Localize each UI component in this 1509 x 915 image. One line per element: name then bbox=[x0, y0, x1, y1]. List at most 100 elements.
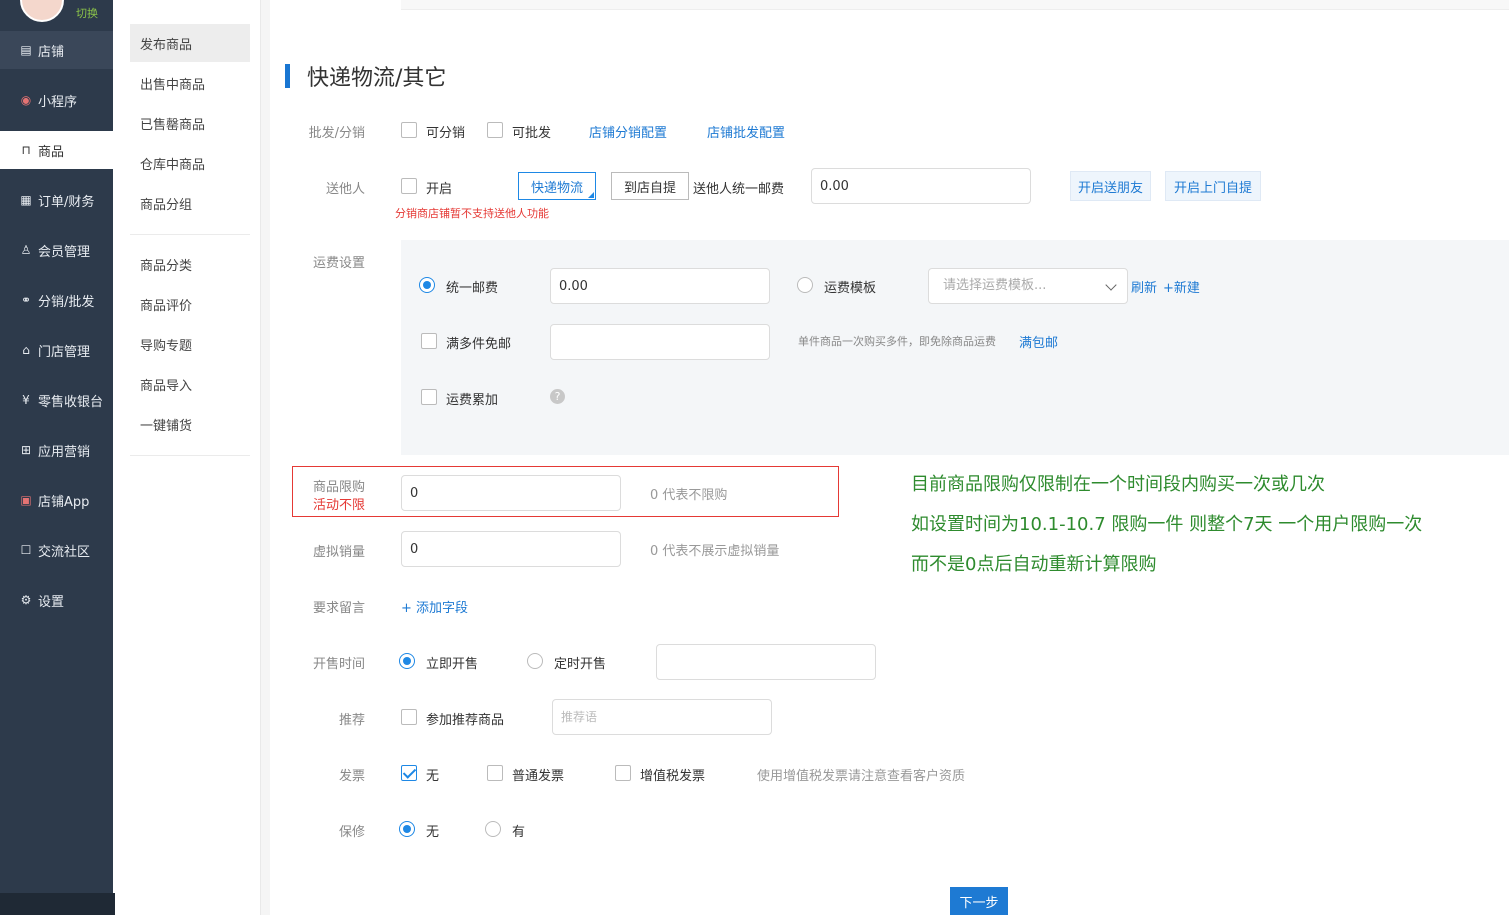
new-template-link[interactable]: +新建 bbox=[1163, 277, 1200, 296]
invoice-normal-checkbox[interactable] bbox=[487, 765, 503, 781]
nav-item-store-app[interactable]: ▣ 店铺App bbox=[0, 481, 113, 519]
invoice-hint: 使用增值税发票请注意查看客户资质 bbox=[757, 769, 966, 784]
subnav-item[interactable]: 商品导入 bbox=[130, 365, 250, 403]
nav-item-distribution[interactable]: ⚭ 分销/批发 bbox=[0, 281, 113, 319]
invoice-vat-label: 增值税发票 bbox=[640, 769, 706, 784]
help-icon[interactable]: ? bbox=[550, 389, 565, 404]
content-divider bbox=[261, 0, 270, 915]
order-icon: ▦ bbox=[20, 193, 32, 207]
free-multi-checkbox[interactable] bbox=[421, 333, 437, 349]
warranty-yes-radio[interactable] bbox=[485, 821, 501, 837]
nav-item-members[interactable]: ♙ 会员管理 bbox=[0, 231, 113, 269]
nav-item-community[interactable]: ☐ 交流社区 bbox=[0, 531, 113, 569]
annotation-line: 目前商品限购仅限制在一个时间段内购买一次或几次 bbox=[911, 474, 1325, 495]
chevron-down-icon bbox=[1105, 279, 1117, 291]
gift-enable-label: 开启 bbox=[426, 182, 453, 197]
uniform-fee-input[interactable] bbox=[550, 268, 770, 304]
sale-scheduled-radio[interactable] bbox=[527, 653, 543, 669]
store-pickup-button[interactable]: 到店自提 bbox=[611, 172, 689, 200]
warranty-yes-label: 有 bbox=[512, 825, 526, 840]
subnav-divider bbox=[130, 455, 250, 456]
nav-item-settings[interactable]: ⚙ 设置 bbox=[0, 581, 113, 619]
nav-item-marketing[interactable]: ⊞ 应用营销 bbox=[0, 431, 113, 469]
nav-item-stores[interactable]: ⌂ 门店管理 bbox=[0, 331, 113, 369]
template-select[interactable]: 请选择运费模板... bbox=[928, 268, 1128, 304]
miniprogram-icon: ◉ bbox=[20, 93, 32, 107]
sale-scheduled-label: 定时开售 bbox=[554, 657, 607, 672]
limit-hint: 0 代表不限购 bbox=[650, 488, 728, 503]
subnav-item[interactable]: 仓库中商品 bbox=[130, 144, 250, 182]
subnav-item[interactable]: 已售罄商品 bbox=[130, 104, 250, 142]
recommend-label: 推荐 bbox=[338, 713, 365, 728]
add-field-link[interactable]: + 添加字段 bbox=[401, 597, 468, 616]
template-option: 运费模板 bbox=[824, 281, 877, 296]
warranty-no-label: 无 bbox=[426, 825, 440, 840]
subnav-item[interactable]: 导购专题 bbox=[130, 325, 250, 363]
nav-item-store[interactable]: ▤ 店铺 bbox=[0, 31, 113, 69]
sale-immediate-label: 立即开售 bbox=[426, 657, 479, 672]
free-multi-hint: 单件商品一次购买多件，即免除商品运费 bbox=[798, 335, 996, 348]
gift-enable-checkbox[interactable] bbox=[401, 178, 417, 194]
recommend-option: 参加推荐商品 bbox=[426, 713, 505, 728]
express-button[interactable]: 快递物流 bbox=[518, 172, 596, 200]
free-multi-label: 满多件免邮 bbox=[446, 337, 512, 352]
template-radio[interactable] bbox=[797, 277, 813, 293]
subnav-divider bbox=[130, 234, 250, 235]
refresh-link[interactable]: 刷新 bbox=[1131, 277, 1157, 296]
free-shipping-link[interactable]: 满包邮 bbox=[1019, 332, 1058, 351]
distribution-config-link[interactable]: 店铺分销配置 bbox=[589, 122, 667, 141]
recommend-input[interactable] bbox=[552, 699, 772, 735]
send-friend-button[interactable]: 开启送朋友 bbox=[1070, 171, 1151, 201]
warranty-no-radio[interactable] bbox=[399, 821, 415, 837]
subnav-item[interactable]: 发布商品 bbox=[130, 24, 250, 62]
subnav-item[interactable]: 商品评价 bbox=[130, 285, 250, 323]
nav-item-cashier[interactable]: ¥ 零售收银台 bbox=[0, 381, 113, 419]
nav-item-miniprogram[interactable]: ◉ 小程序 bbox=[0, 81, 113, 119]
section-accent bbox=[285, 64, 290, 88]
invoice-vat-checkbox[interactable] bbox=[615, 765, 631, 781]
wholesale-checkbox[interactable] bbox=[487, 122, 503, 138]
limit-input[interactable] bbox=[401, 475, 621, 511]
gift-uniform-fee-input[interactable] bbox=[811, 168, 1031, 204]
bag-icon: ⊓ bbox=[21, 143, 31, 157]
wholesale-config-link[interactable]: 店铺批发配置 bbox=[707, 122, 785, 141]
apps-icon: ⊞ bbox=[20, 443, 32, 457]
door-pickup-button[interactable]: 开启上门自提 bbox=[1165, 171, 1261, 201]
shipping-label: 运费设置 bbox=[312, 256, 365, 271]
next-button[interactable]: 下一步 bbox=[950, 887, 1008, 915]
selected-corner-icon bbox=[588, 192, 594, 198]
recommend-checkbox[interactable] bbox=[401, 709, 417, 725]
annotation-line: 而不是0点后自动重新计算限购 bbox=[911, 554, 1157, 575]
virtual-sales-label: 虚拟销量 bbox=[312, 545, 365, 560]
distribute-checkbox[interactable] bbox=[401, 122, 417, 138]
store-icon: ▤ bbox=[20, 43, 32, 57]
invoice-none-label: 无 bbox=[426, 769, 440, 784]
sale-time-input[interactable] bbox=[656, 644, 876, 680]
sale-time-label: 开售时间 bbox=[312, 657, 365, 672]
wholesale-label: 批发/分销 bbox=[308, 126, 365, 141]
message-label: 要求留言 bbox=[312, 601, 365, 616]
subnav-item[interactable]: 商品分类 bbox=[130, 245, 250, 283]
gift-uniform-fee-label: 送他人统一邮费 bbox=[693, 182, 785, 197]
main-nav: 切换 ▤ 店铺 ◉ 小程序 ⊓ 商品 ▦ 订单/财务 ♙ 会员管理 ⚭ 分销/批发 ⌂ 门店管… bbox=[0, 0, 115, 915]
wholesale-option-label: 可批发 bbox=[512, 126, 552, 141]
accumulate-label: 运费累加 bbox=[446, 393, 499, 408]
avatar[interactable] bbox=[20, 0, 64, 22]
gear-icon: ⚙ bbox=[20, 593, 32, 607]
section-title: 快递物流/其它 bbox=[307, 66, 447, 91]
nav-footer bbox=[0, 893, 115, 915]
subnav-item[interactable]: 出售中商品 bbox=[130, 64, 250, 102]
gift-label: 送他人 bbox=[325, 182, 365, 197]
nav-item-orders[interactable]: ▦ 订单/财务 bbox=[0, 181, 113, 219]
switch-link[interactable]: 切换 bbox=[76, 5, 98, 21]
sale-immediate-radio[interactable] bbox=[399, 653, 415, 669]
subnav-item[interactable]: 商品分组 bbox=[130, 184, 250, 222]
invoice-label: 发票 bbox=[338, 769, 365, 784]
virtual-sales-input[interactable] bbox=[401, 531, 621, 567]
free-multi-input[interactable] bbox=[550, 324, 770, 360]
invoice-none-checkbox[interactable] bbox=[401, 765, 417, 781]
nav-item-goods[interactable]: ⊓ 商品 bbox=[0, 131, 113, 169]
uniform-fee-radio[interactable] bbox=[419, 277, 435, 293]
subnav-item[interactable]: 一键铺货 bbox=[130, 405, 250, 443]
accumulate-checkbox[interactable] bbox=[421, 389, 437, 405]
